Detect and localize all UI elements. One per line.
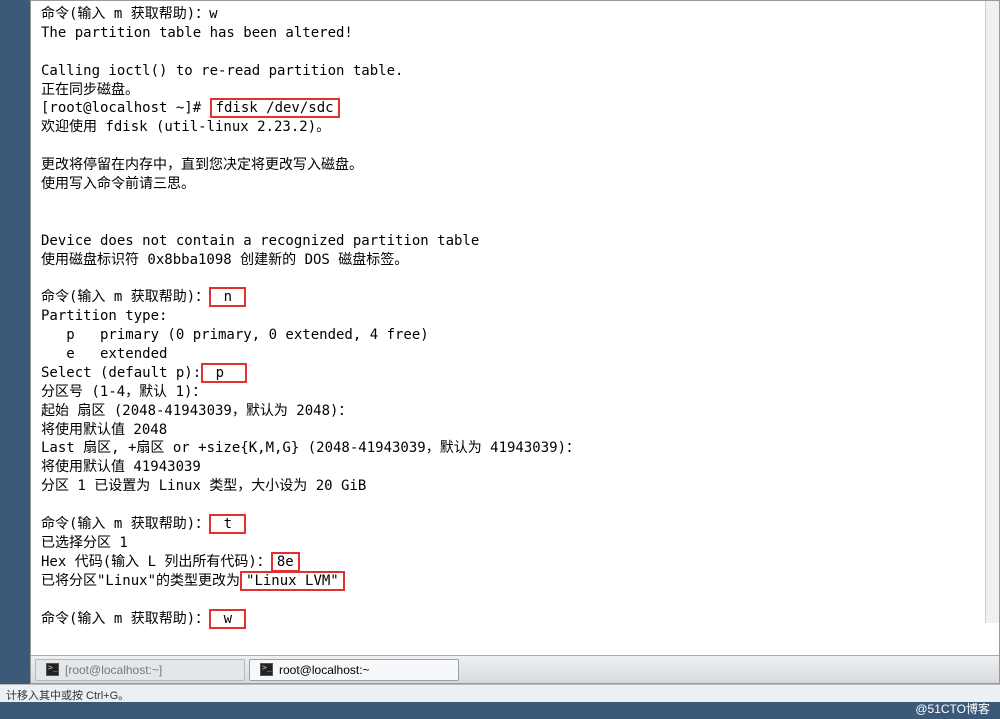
taskbar-tab-label: [root@localhost:~] <box>65 663 162 677</box>
taskbar-tab-1[interactable]: [root@localhost:~] <box>35 659 245 681</box>
term-line: The partition table has been altered! <box>41 25 353 41</box>
term-line: 起始 扇区 (2048-41943039，默认为 2048)： <box>41 403 352 419</box>
term-prompt: 命令(输入 m 获取帮助)： <box>41 516 209 532</box>
panel-taskbar: [root@localhost:~] root@localhost:~ <box>31 655 999 683</box>
term-line: Device does not contain a recognized par… <box>41 233 479 249</box>
terminal-window: 命令(输入 m 获取帮助)：w The partition table has … <box>30 0 1000 684</box>
highlighted-linux-lvm: "Linux LVM" <box>240 571 345 591</box>
term-line: 使用写入命令前请三思。 <box>41 176 195 192</box>
term-prompt: Select (default p): <box>41 365 201 381</box>
terminal-icon <box>260 663 273 676</box>
watermark-text: @51CTO博客 <box>915 702 990 716</box>
term-line: 分区号 (1-4，默认 1)： <box>41 384 206 400</box>
statusbar: 计移入其中或按 Ctrl+G。 <box>0 684 1000 702</box>
term-line: Partition type: <box>41 308 167 324</box>
taskbar-tab-label: root@localhost:~ <box>279 663 370 677</box>
term-line: 正在同步磁盘。 <box>41 82 139 98</box>
term-line: 欢迎使用 fdisk (util-linux 2.23.2)。 <box>41 119 330 135</box>
term-line: 将使用默认值 2048 <box>41 422 167 438</box>
terminal-icon <box>46 663 59 676</box>
taskbar-tab-2[interactable]: root@localhost:~ <box>249 659 459 681</box>
term-prompt: 命令(输入 m 获取帮助)： <box>41 611 209 627</box>
highlighted-input-n: n <box>209 287 246 307</box>
highlighted-command-fdisk: fdisk /dev/sdc <box>210 98 340 118</box>
term-line: e extended <box>41 346 167 362</box>
terminal-output[interactable]: 命令(输入 m 获取帮助)：w The partition table has … <box>31 1 999 655</box>
watermark: @51CTO博客 <box>915 700 990 717</box>
term-prompt: Hex 代码(输入 L 列出所有代码)： <box>41 554 271 570</box>
term-line: p primary (0 primary, 0 extended, 4 free… <box>41 327 429 343</box>
statusbar-text: 计移入其中或按 Ctrl+G。 <box>6 690 129 702</box>
highlighted-input-t: t <box>209 514 246 534</box>
term-line: 将使用默认值 41943039 <box>41 459 201 475</box>
scrollbar[interactable] <box>985 1 999 623</box>
highlighted-input-p: p <box>201 363 247 383</box>
term-line: Last 扇区, +扇区 or +size{K,M,G} (2048-41943… <box>41 440 580 456</box>
term-line: 使用磁盘标识符 0x8bba1098 创建新的 DOS 磁盘标签。 <box>41 252 408 268</box>
term-prompt: [root@localhost ~]# <box>41 100 210 116</box>
term-prompt: 已将分区"Linux"的类型更改为 <box>41 573 240 589</box>
highlighted-input-8e: 8e <box>271 552 300 572</box>
term-line: 已选择分区 1 <box>41 535 128 551</box>
term-line: 更改将停留在内存中，直到您决定将更改写入磁盘。 <box>41 157 363 173</box>
term-line: Calling ioctl() to re-read partition tab… <box>41 63 403 79</box>
term-line: 分区 1 已设置为 Linux 类型，大小设为 20 GiB <box>41 478 366 494</box>
term-line: 命令(输入 m 获取帮助)：w <box>41 6 218 22</box>
term-prompt: 命令(输入 m 获取帮助)： <box>41 289 209 305</box>
highlighted-input-w: w <box>209 609 246 629</box>
